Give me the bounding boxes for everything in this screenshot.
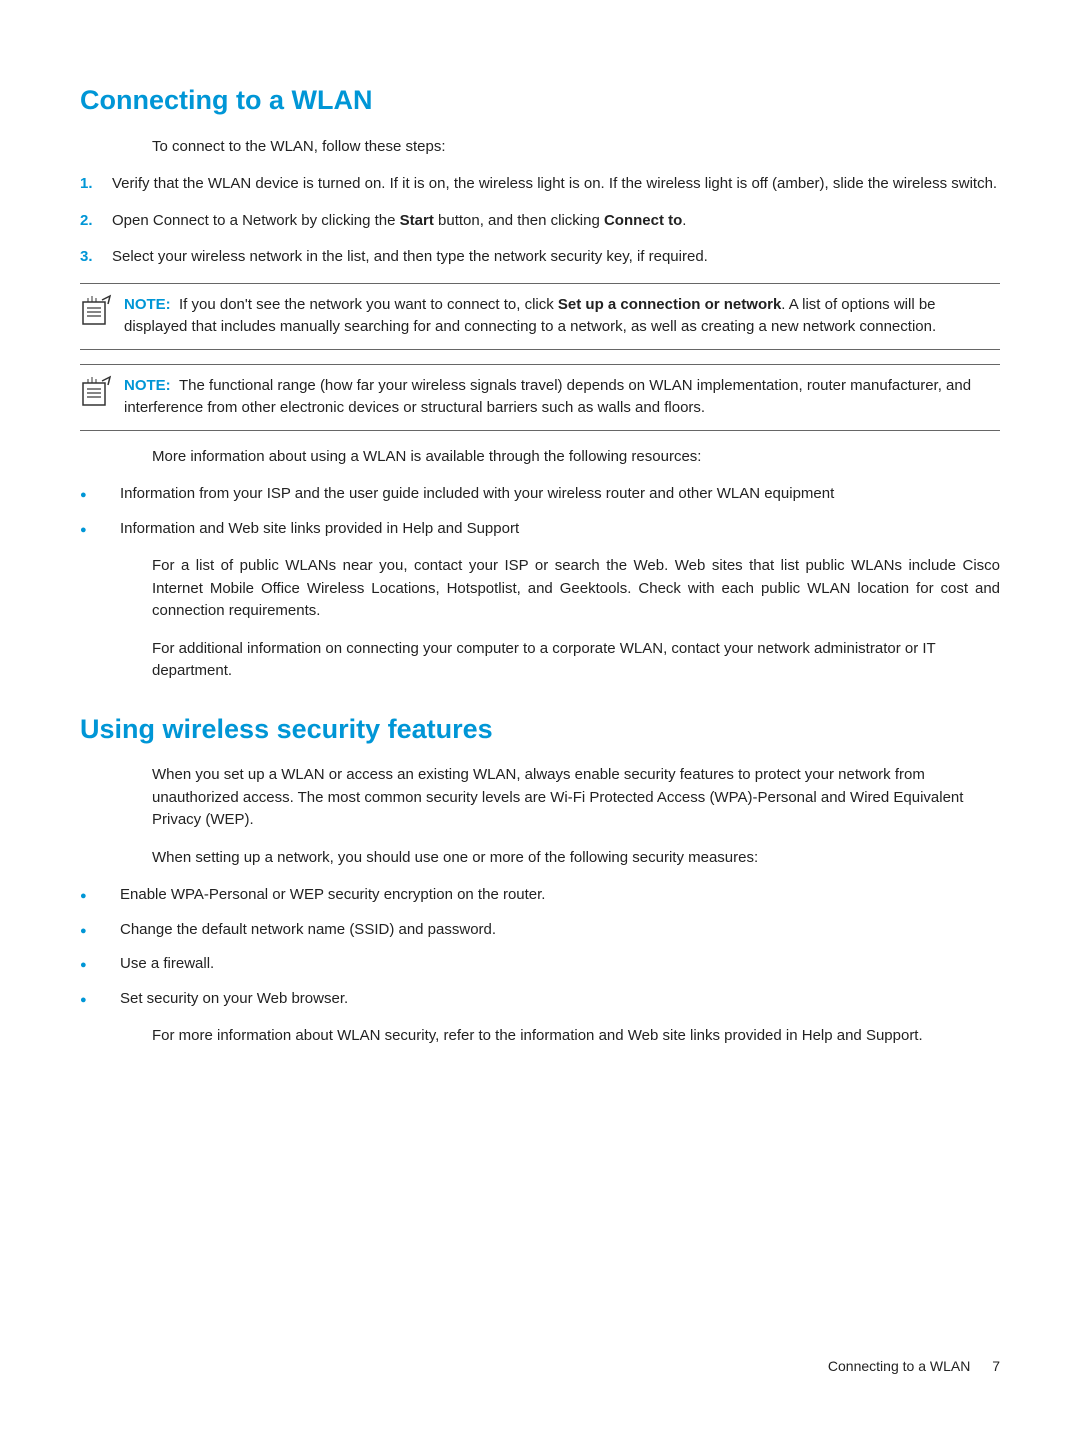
paragraph: For a list of public WLANs near you, con… [152,555,1000,623]
steps-list: 1. Verify that the WLAN device is turned … [80,173,1000,269]
note-icon [80,375,124,417]
note-body: If you don't see the network you want to… [124,296,936,336]
list-item: Change the default network name (SSID) a… [80,919,1000,942]
page-footer: Connecting to a WLAN 7 [828,1356,1000,1377]
paragraph: When setting up a network, you should us… [152,847,1000,870]
list-item: Information from your ISP and the user g… [80,483,1000,506]
note-label: NOTE: [124,296,171,313]
note-body: The functional range (how far your wirel… [124,377,971,417]
paragraph: For additional information on connecting… [152,638,1000,683]
list-item: Use a firewall. [80,953,1000,976]
step-item: 3. Select your wireless network in the li… [80,246,1000,269]
step-number: 2. [80,210,93,233]
paragraph-intro: To connect to the WLAN, follow these ste… [152,136,1000,159]
note-label: NOTE: [124,377,171,394]
note-box: NOTE: If you don't see the network you w… [80,283,1000,350]
step-text: Verify that the WLAN device is turned on… [112,175,997,192]
note-icon [80,294,124,336]
step-item: 2. Open Connect to a Network by clicking … [80,210,1000,233]
list-item: Enable WPA-Personal or WEP security encr… [80,884,1000,907]
note-text: NOTE: If you don't see the network you w… [124,294,1000,339]
paragraph: More information about using a WLAN is a… [152,446,1000,469]
step-item: 1. Verify that the WLAN device is turned … [80,173,1000,196]
step-text: Open Connect to a Network by clicking th… [112,212,686,229]
page-number: 7 [992,1358,1000,1374]
note-text: NOTE: The functional range (how far your… [124,375,1000,420]
paragraph: For more information about WLAN security… [152,1025,1000,1048]
step-text: Select your wireless network in the list… [112,248,708,265]
heading-connecting-wlan: Connecting to a WLAN [80,80,1000,121]
list-item: Information and Web site links provided … [80,518,1000,541]
paragraph: When you set up a WLAN or access an exis… [152,764,1000,832]
bullet-list: Information from your ISP and the user g… [80,483,1000,540]
step-number: 1. [80,173,93,196]
list-item: Set security on your Web browser. [80,988,1000,1011]
bullet-list: Enable WPA-Personal or WEP security encr… [80,884,1000,1010]
heading-wireless-security: Using wireless security features [80,709,1000,750]
footer-title: Connecting to a WLAN [828,1358,970,1374]
note-box: NOTE: The functional range (how far your… [80,364,1000,431]
step-number: 3. [80,246,93,269]
